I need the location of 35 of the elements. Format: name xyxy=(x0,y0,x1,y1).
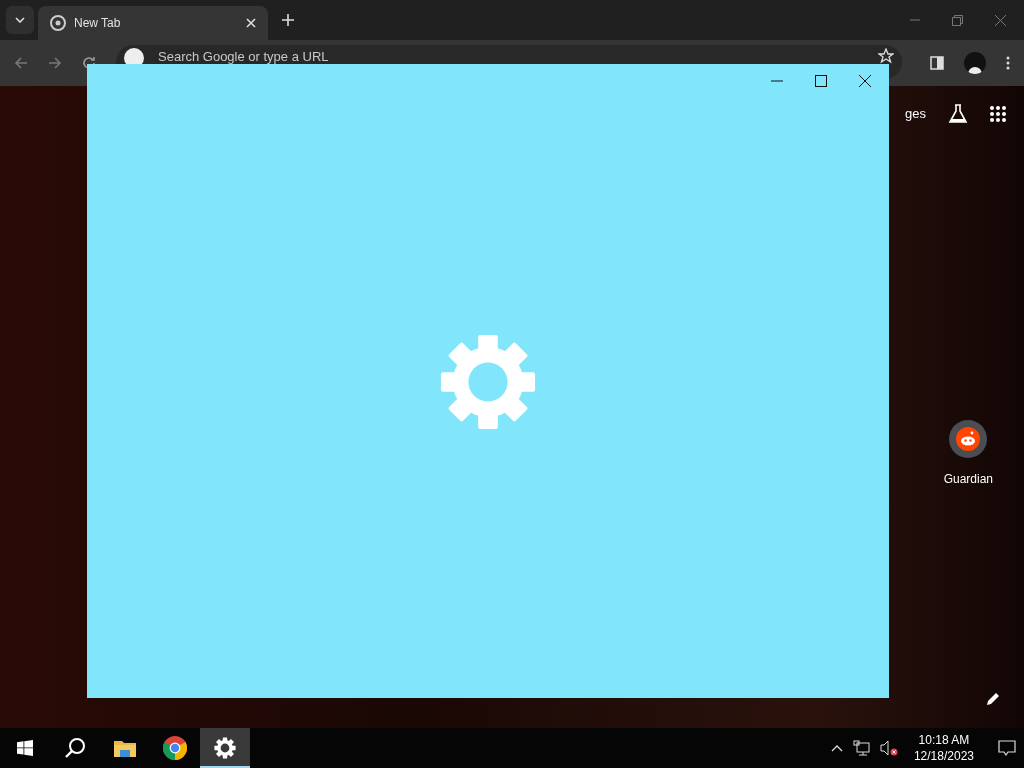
restore-icon[interactable] xyxy=(952,14,963,26)
pencil-icon[interactable] xyxy=(986,692,1000,706)
notification-icon[interactable] xyxy=(998,739,1016,757)
taskbar-app[interactable] xyxy=(200,728,250,768)
alien-icon xyxy=(956,427,981,451)
folder-icon xyxy=(114,739,136,757)
back-arrow-icon[interactable] xyxy=(14,56,28,70)
address-placeholder: Search Google or type a URL xyxy=(158,48,330,64)
chevron-up-icon[interactable] xyxy=(830,744,843,752)
star-icon[interactable] xyxy=(878,48,894,64)
new-tab-icon[interactable] xyxy=(282,14,294,26)
images-link[interactable]: ges xyxy=(905,104,926,124)
clock-time: 10:18 AM xyxy=(918,732,970,748)
browser-tab[interactable]: New Tab xyxy=(38,6,268,40)
chevron-down-icon xyxy=(15,17,25,23)
shortcut-tile[interactable]: Guardian xyxy=(943,420,993,488)
apps-grid-icon[interactable] xyxy=(990,106,1006,122)
gear-icon xyxy=(439,333,537,431)
side-panel-icon[interactable] xyxy=(930,56,944,70)
speaker-icon[interactable] xyxy=(879,740,898,756)
tab-title: New Tab xyxy=(74,15,122,32)
tab-search-button[interactable] xyxy=(6,6,34,34)
forward-arrow-icon[interactable] xyxy=(48,56,62,70)
maximize-icon[interactable] xyxy=(815,75,827,87)
flask-icon[interactable] xyxy=(948,104,968,124)
shortcut-label: Guardian xyxy=(943,471,993,488)
close-icon[interactable] xyxy=(859,75,871,87)
network-icon[interactable] xyxy=(852,740,870,756)
clock-date: 12/18/2023 xyxy=(913,748,974,764)
gear-icon xyxy=(214,737,236,759)
menu-icon[interactable] xyxy=(1006,56,1010,70)
windows-logo-icon xyxy=(17,740,33,756)
profile-icon[interactable] xyxy=(964,52,986,74)
reload-icon[interactable] xyxy=(82,56,96,70)
search-icon xyxy=(64,737,86,759)
